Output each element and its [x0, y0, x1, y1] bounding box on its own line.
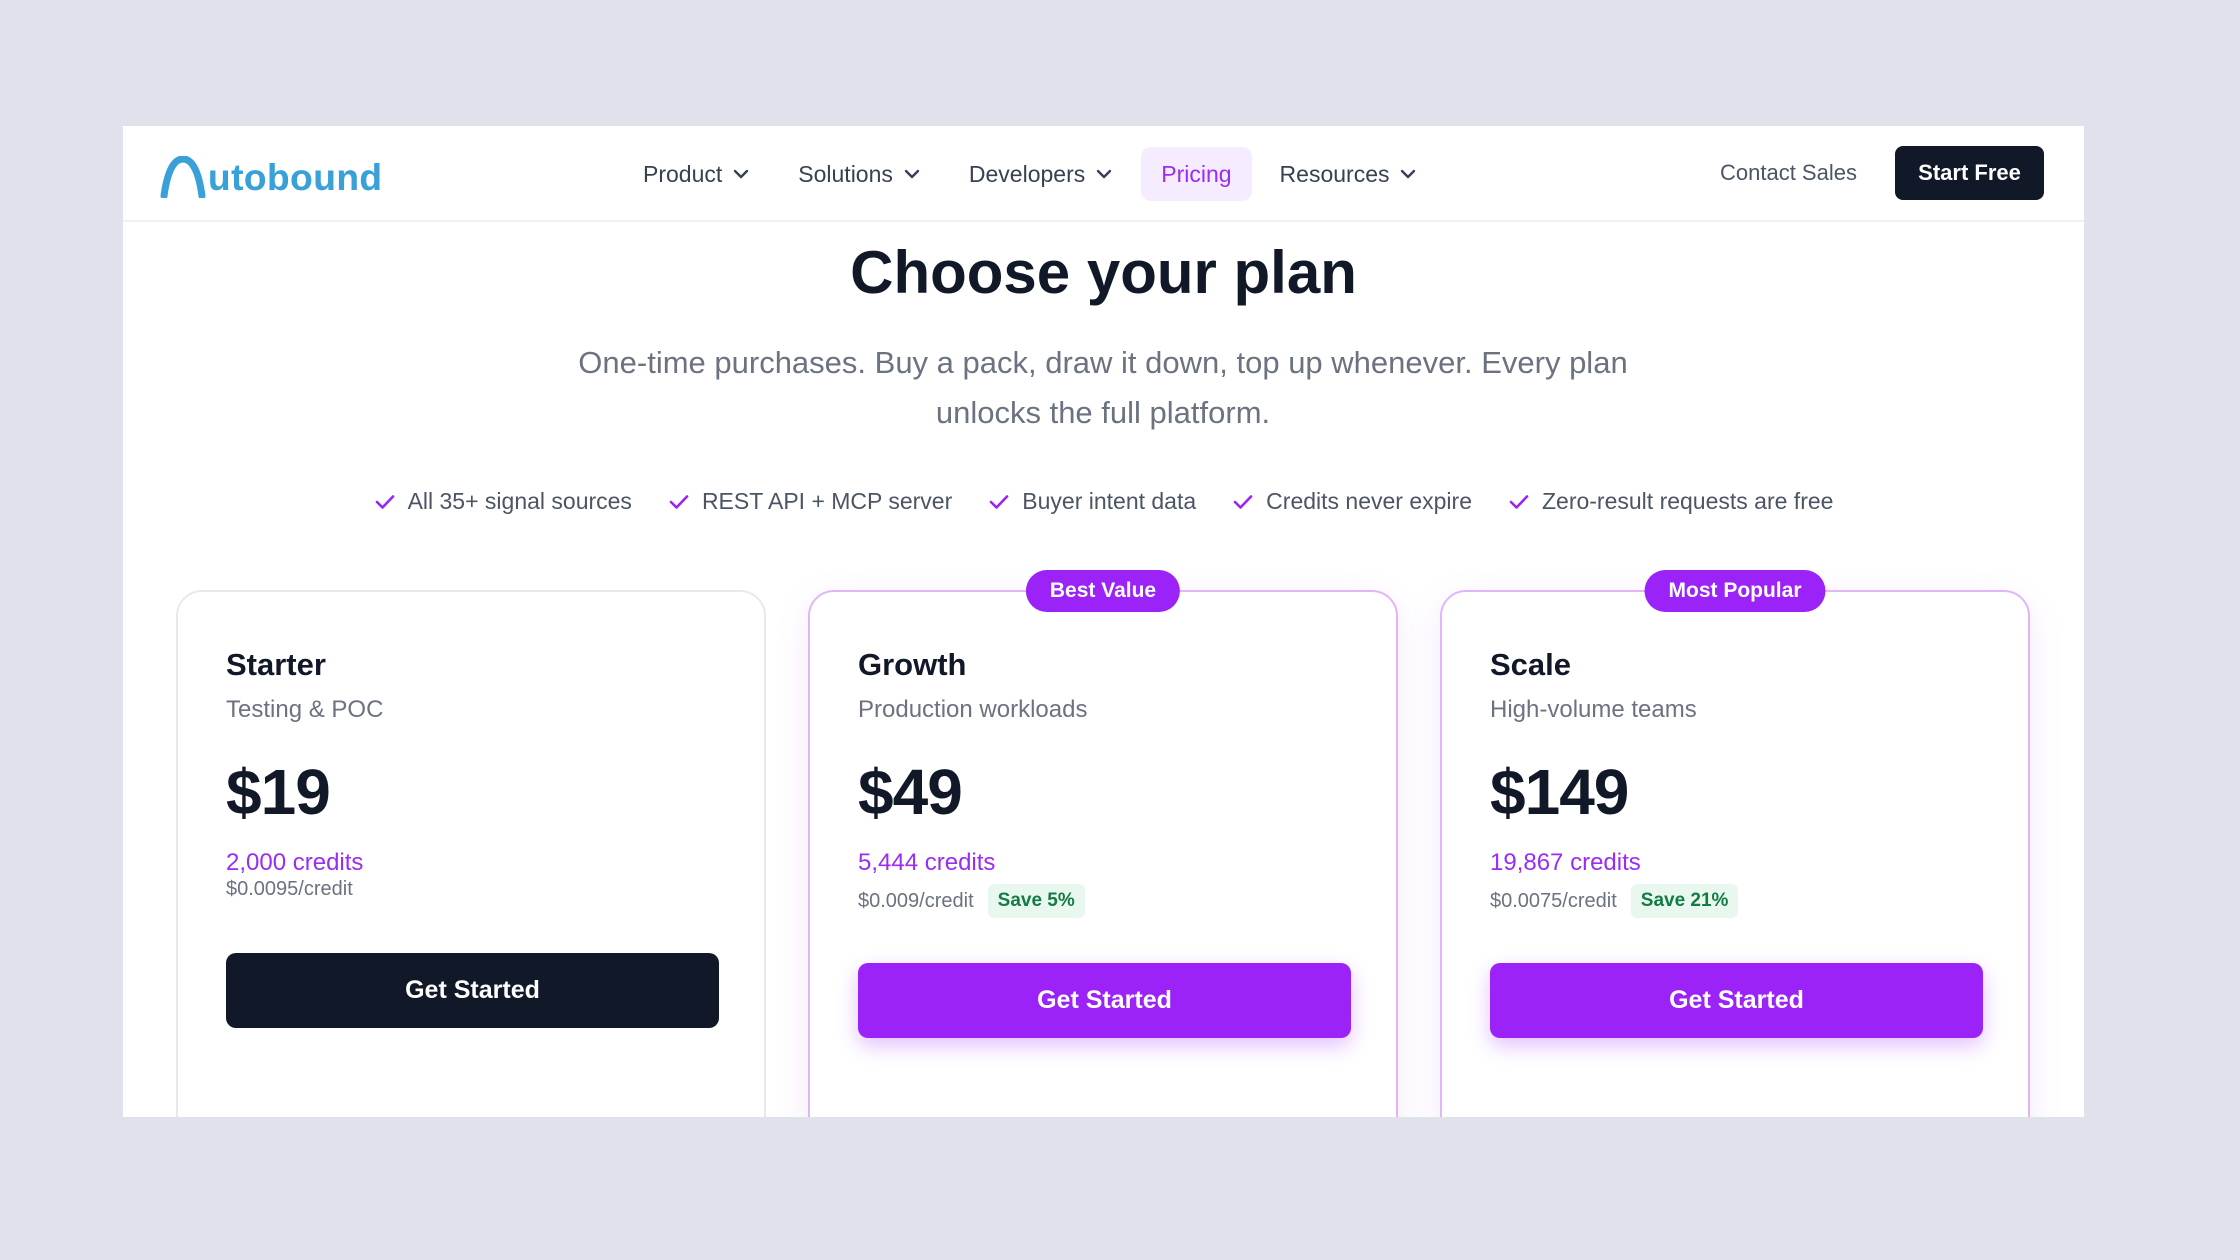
main-menu: Product Solutions Developers Pricing Res…: [623, 146, 1445, 202]
plan-card-growth: Best Value Growth Production workloads $…: [808, 570, 1398, 1117]
chevron-down-icon: [1401, 169, 1416, 179]
nav-item-label: Pricing: [1161, 160, 1232, 187]
feature-item: All 35+ signal sources: [374, 488, 632, 515]
plan-price: $49: [858, 756, 963, 828]
page-title: Choose your plan: [850, 239, 1357, 306]
browser-page: utobound Product Solutions Developers Pr…: [123, 126, 2084, 1117]
plan-description: Testing & POC: [226, 696, 384, 723]
plan-price: $19: [226, 756, 331, 828]
plan-credits: 19,867 credits: [1490, 849, 1641, 876]
chevron-down-icon: [1097, 169, 1112, 179]
plan-credits: 5,444 credits: [858, 849, 996, 876]
check-icon: [989, 494, 1009, 509]
get-started-button[interactable]: Get Started: [1490, 963, 1983, 1038]
chevron-down-icon: [904, 169, 920, 179]
start-free-button[interactable]: Start Free: [1895, 146, 2044, 200]
plan-description: Production workloads: [858, 696, 1088, 723]
best-value-badge: Best Value: [1025, 570, 1181, 612]
feature-label: All 35+ signal sources: [407, 488, 632, 514]
check-icon: [1233, 494, 1253, 509]
contact-sales-link[interactable]: Contact Sales: [1720, 160, 1857, 186]
feature-label: Zero-result requests are free: [1541, 488, 1834, 514]
plan-description: High-volume teams: [1490, 696, 1697, 723]
savings-badge: Save 21%: [1630, 884, 1739, 918]
check-icon: [1509, 494, 1529, 509]
nav-item-label: Resources: [1279, 160, 1390, 187]
nav-item-pricing[interactable]: Pricing: [1141, 147, 1252, 201]
plan-credits: 2,000 credits: [226, 849, 364, 876]
plan-card-starter: Starter Testing & POC $19 2,000 credits …: [176, 590, 766, 1117]
plan-rate: $0.0075/credit: [1490, 889, 1617, 912]
nav-item-label: Solutions: [798, 160, 893, 187]
nav-item-resources[interactable]: Resources: [1260, 147, 1438, 201]
feature-item: Zero-result requests are free: [1508, 488, 1833, 515]
plan-rate: $0.0095/credit: [226, 878, 353, 900]
check-icon: [375, 494, 394, 509]
nav-item-solutions[interactable]: Solutions: [778, 147, 941, 201]
logo-text: utobound: [208, 157, 383, 198]
nav-item-label: Developers: [968, 160, 1086, 187]
check-icon: [669, 494, 689, 509]
feature-label: Buyer intent data: [1022, 488, 1197, 514]
plan-price: $149: [1490, 756, 1629, 828]
page-subtitle: One-time purchases. Buy a pack, draw it …: [578, 345, 1628, 430]
plan-rate-row: $0.0095/credit: [226, 878, 353, 901]
feature-item: Credits never expire: [1232, 488, 1472, 515]
autobound-logo[interactable]: utobound: [160, 150, 383, 198]
get-started-button[interactable]: Get Started: [858, 963, 1351, 1038]
nav-item-developers[interactable]: Developers: [949, 147, 1133, 201]
plan-card-scale: Most Popular Scale High-volume teams $14…: [1440, 570, 2030, 1117]
plan-name: Growth: [858, 647, 967, 682]
most-popular-badge: Most Popular: [1644, 570, 1826, 612]
feature-label: Credits never expire: [1266, 488, 1472, 514]
logo-arch-icon: [160, 156, 206, 198]
savings-badge: Save 5%: [987, 884, 1085, 918]
chevron-down-icon: [734, 169, 749, 179]
feature-list: All 35+ signal sources REST API + MCP se…: [123, 488, 2084, 515]
feature-label: REST API + MCP server: [701, 488, 953, 514]
get-started-button[interactable]: Get Started: [226, 953, 719, 1028]
plan-rate-row: $0.0075/credit Save 21%: [1490, 884, 1739, 918]
plan-rate: $0.009/credit: [858, 889, 974, 912]
nav-item-label: Product: [643, 160, 723, 187]
plan-name: Starter: [226, 647, 326, 682]
top-navigation: utobound Product Solutions Developers Pr…: [123, 126, 2084, 222]
feature-item: Buyer intent data: [988, 488, 1196, 515]
plan-rate-row: $0.009/credit Save 5%: [858, 884, 1085, 918]
feature-item: REST API + MCP server: [668, 488, 952, 515]
plan-name: Scale: [1490, 647, 1572, 682]
nav-item-product[interactable]: Product: [623, 147, 770, 201]
